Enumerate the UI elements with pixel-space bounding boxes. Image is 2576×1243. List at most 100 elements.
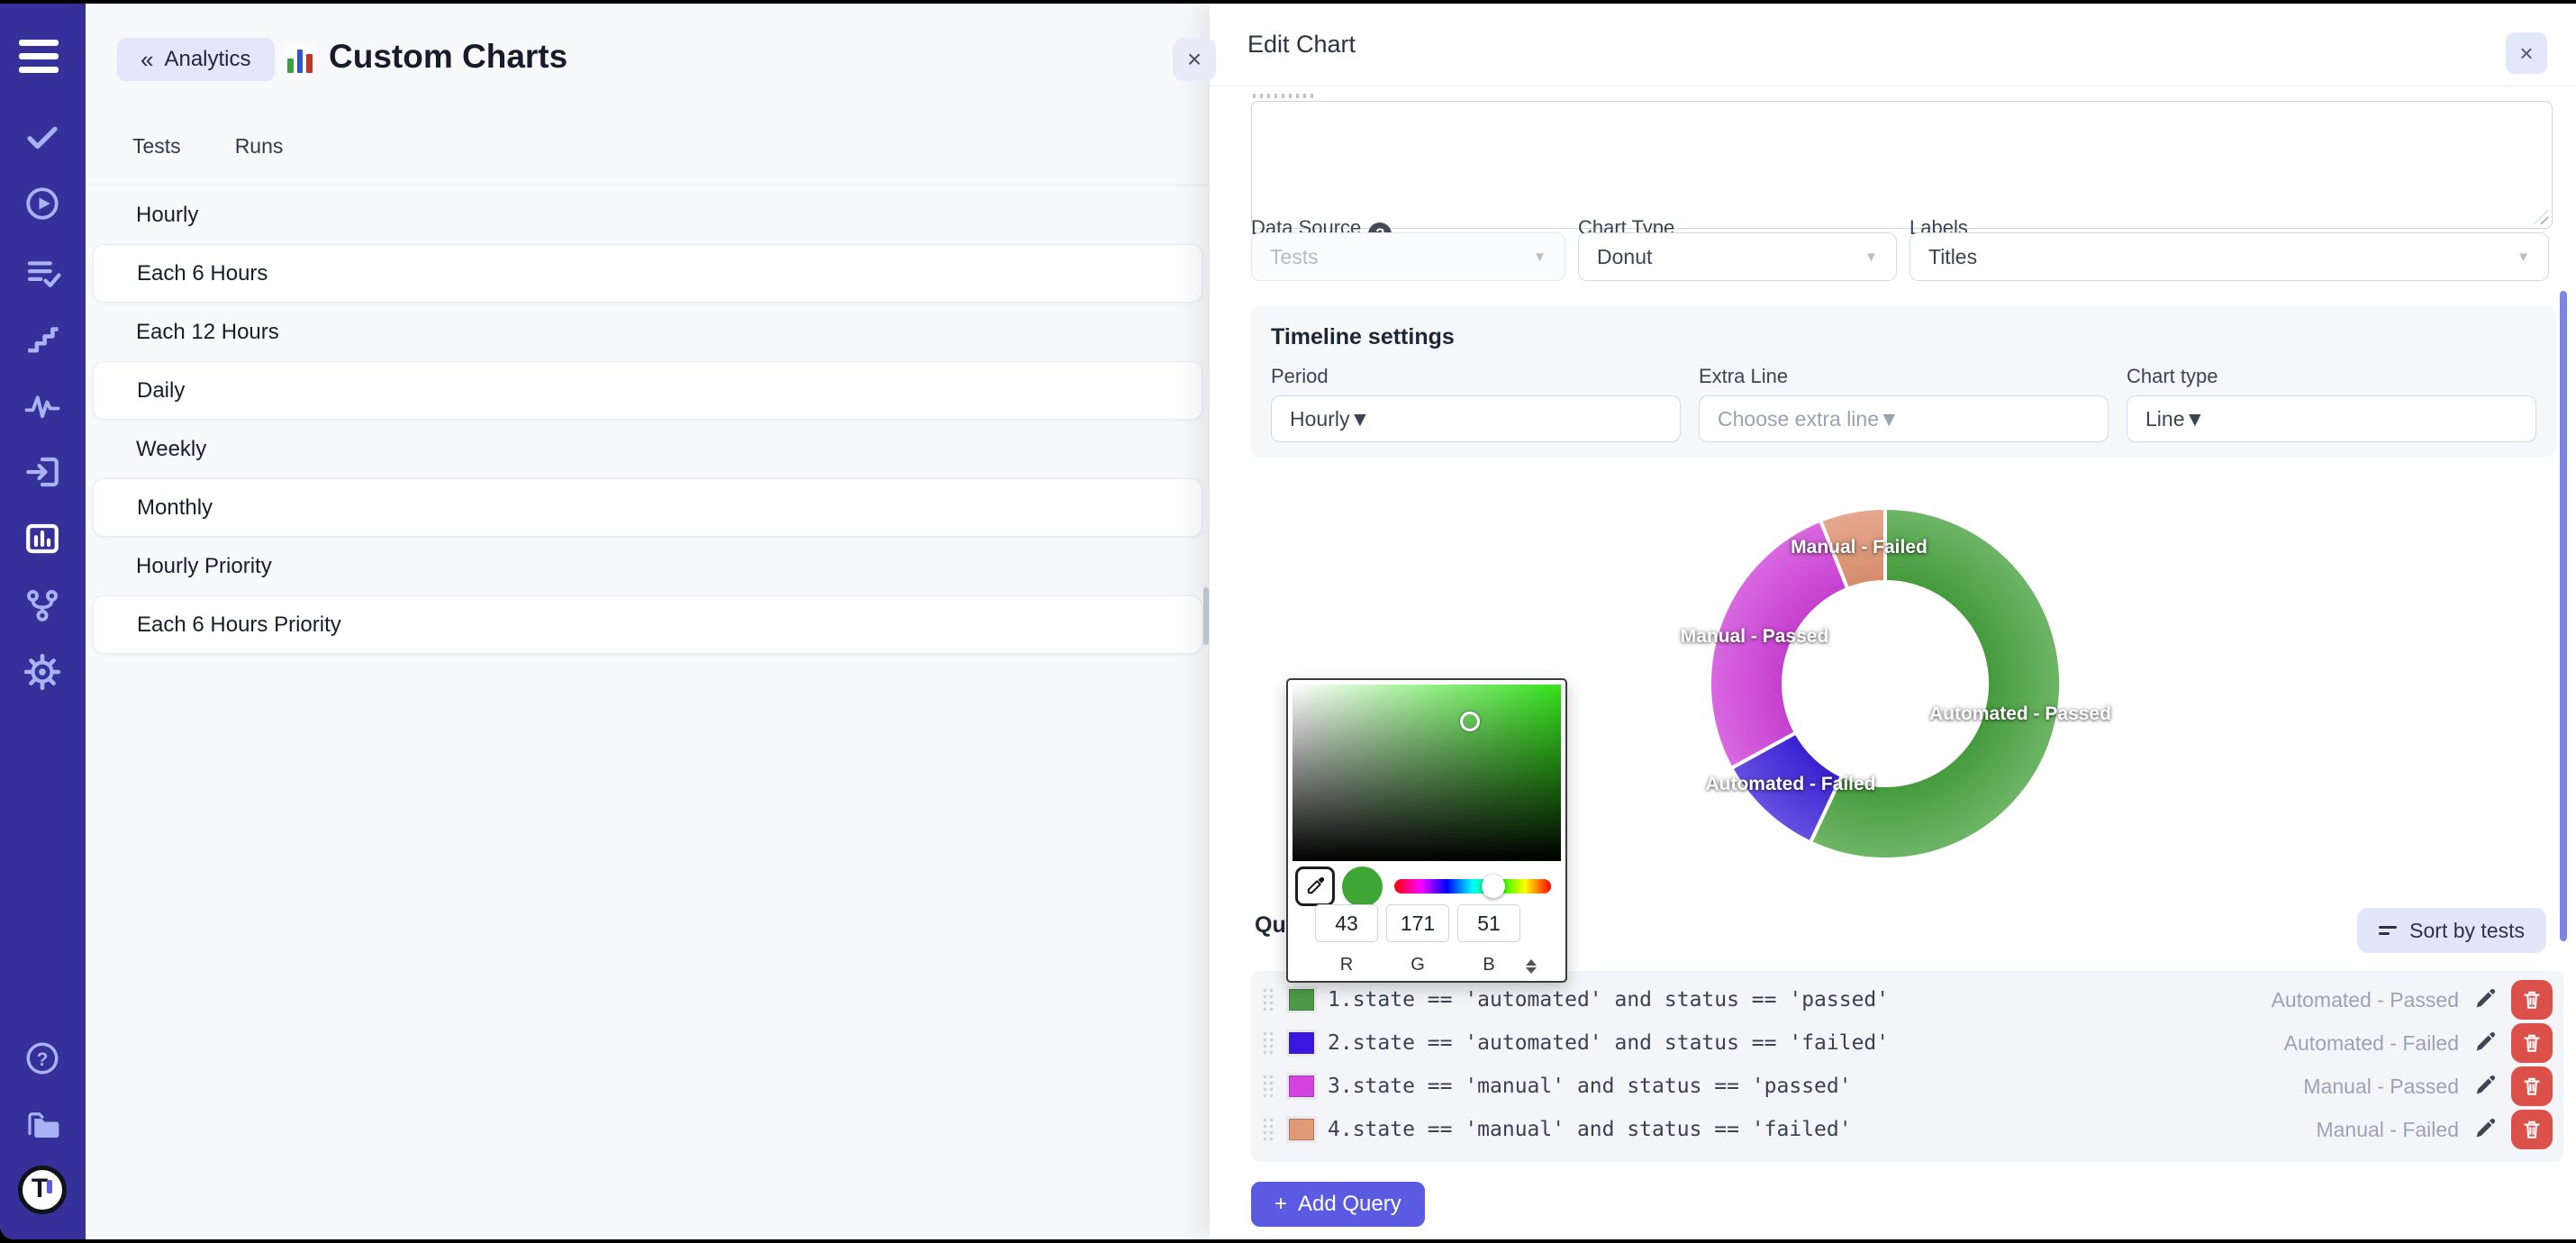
edit-query-button[interactable] bbox=[2470, 1114, 2500, 1145]
drawer-scrollbar[interactable] bbox=[2560, 291, 2567, 941]
play-circle-icon[interactable] bbox=[22, 183, 63, 224]
chevron-down-icon: ▼ bbox=[1533, 250, 1547, 265]
chevron-down-icon: ▼ bbox=[2517, 250, 2530, 265]
delete-query-button[interactable] bbox=[2511, 980, 2553, 1020]
logo-letter: T bbox=[32, 1174, 48, 1204]
bar-chart-emoji-icon bbox=[284, 43, 316, 76]
edit-query-button[interactable] bbox=[2470, 984, 2500, 1015]
query-row: 4.state == 'manual' and status == 'faile… bbox=[1262, 1108, 2553, 1151]
list-item[interactable]: Hourly bbox=[86, 186, 1210, 244]
drawer-header: Edit Chart × bbox=[1210, 4, 2576, 86]
drag-handle-icon[interactable] bbox=[1262, 1074, 1275, 1099]
drawer-close-button[interactable]: × bbox=[2506, 32, 2547, 74]
tab-tests[interactable]: Tests bbox=[132, 134, 181, 159]
tabs: Tests Runs bbox=[132, 134, 283, 159]
drag-handle-icon[interactable] bbox=[1262, 1030, 1275, 1056]
extra-line-select[interactable]: Choose extra line▼ bbox=[1699, 395, 2109, 442]
chart-type-select[interactable]: Donut▼ bbox=[1578, 232, 1897, 281]
labels-select[interactable]: Titles▼ bbox=[1909, 232, 2549, 281]
back-chevron-icon: « bbox=[141, 46, 153, 74]
login-icon[interactable] bbox=[22, 451, 63, 493]
delete-query-button[interactable] bbox=[2511, 1110, 2553, 1149]
query-text: 4.state == 'manual' and status == 'faile… bbox=[1328, 1118, 1852, 1141]
pencil-icon bbox=[2472, 1116, 2498, 1141]
custom-charts-panel: « Analytics Custom Charts × Tests Runs H… bbox=[86, 4, 1210, 1239]
color-mode-toggle-icon[interactable] bbox=[1524, 957, 1538, 975]
list-item[interactable]: Each 6 Hours bbox=[93, 244, 1202, 303]
list-item[interactable]: Monthly bbox=[93, 478, 1202, 537]
list-item[interactable]: Each 12 Hours bbox=[86, 303, 1210, 361]
activity-pulse-icon[interactable] bbox=[22, 385, 63, 426]
app-logo[interactable]: T bbox=[18, 1166, 67, 1214]
donut-slice[interactable] bbox=[1710, 521, 1847, 768]
red-label: R bbox=[1315, 955, 1378, 975]
edit-chart-drawer: Edit Chart × Data Source? Chart Type Lab… bbox=[1210, 4, 2576, 1239]
check-icon[interactable] bbox=[22, 116, 63, 158]
edit-query-button[interactable] bbox=[2470, 1071, 2500, 1102]
blue-label: B bbox=[1457, 955, 1520, 975]
list-item[interactable]: Each 6 Hours Priority bbox=[93, 595, 1202, 654]
chart-description-textarea[interactable] bbox=[1251, 101, 2553, 229]
git-fork-icon[interactable] bbox=[22, 585, 63, 626]
drag-handle-icon[interactable] bbox=[1262, 987, 1275, 1012]
chevron-down-icon: ▼ bbox=[1879, 407, 1900, 431]
gear-icon[interactable] bbox=[22, 651, 63, 693]
query-text: 1.state == 'automated' and status == 'pa… bbox=[1328, 988, 1889, 1012]
green-input[interactable] bbox=[1386, 904, 1449, 942]
query-color-swatch[interactable] bbox=[1286, 1030, 1317, 1057]
donut-chart[interactable]: Automated - PassedAutomated - FailedManu… bbox=[1633, 476, 2137, 891]
list-item[interactable]: Daily bbox=[93, 361, 1202, 420]
color-picker-popover: R G B bbox=[1286, 678, 1567, 983]
pencil-icon bbox=[2472, 1030, 2498, 1055]
left-panel-scrollbar[interactable] bbox=[1203, 587, 1209, 645]
extra-line-label: Extra Line bbox=[1699, 365, 1788, 387]
delete-query-button[interactable] bbox=[2511, 1023, 2553, 1063]
page-title: Custom Charts bbox=[329, 38, 567, 76]
query-title: Automated - Failed bbox=[2284, 1031, 2459, 1056]
eyedropper-button[interactable] bbox=[1295, 866, 1335, 906]
data-source-select[interactable]: Tests▼ bbox=[1251, 232, 1565, 281]
sort-by-tests-button[interactable]: Sort by tests bbox=[2357, 908, 2546, 953]
back-label: Analytics bbox=[164, 47, 250, 72]
query-color-swatch[interactable] bbox=[1286, 986, 1317, 1013]
add-query-button[interactable]: + Add Query bbox=[1251, 1182, 1425, 1227]
tab-runs[interactable]: Runs bbox=[235, 134, 284, 159]
trash-icon bbox=[2520, 988, 2544, 1012]
timeline-settings-box: Timeline settings Period Hourly▼ Extra L… bbox=[1251, 306, 2556, 458]
app-window: ? T « Analytics Custom Charts × Tests Ru… bbox=[0, 4, 2576, 1239]
timeline-chart-type-label: Chart type bbox=[2127, 365, 2218, 387]
menu-icon[interactable] bbox=[19, 40, 59, 79]
queries-panel: 1.state == 'automated' and status == 'pa… bbox=[1251, 971, 2563, 1162]
list-check-icon[interactable] bbox=[22, 251, 63, 293]
folders-icon[interactable] bbox=[22, 1104, 63, 1146]
query-title: Automated - Passed bbox=[2272, 988, 2459, 1012]
chevron-down-icon: ▼ bbox=[2184, 407, 2205, 431]
panel-close-button[interactable]: × bbox=[1173, 38, 1216, 81]
saturation-handle[interactable] bbox=[1460, 712, 1480, 731]
query-color-swatch[interactable] bbox=[1286, 1073, 1317, 1100]
hue-slider[interactable] bbox=[1394, 879, 1551, 894]
steps-icon[interactable] bbox=[22, 318, 63, 359]
bar-chart-icon-active[interactable] bbox=[22, 518, 63, 559]
period-select[interactable]: Hourly▼ bbox=[1271, 395, 1681, 442]
red-input[interactable] bbox=[1315, 904, 1378, 942]
saturation-area[interactable] bbox=[1293, 685, 1561, 861]
analytics-back-button[interactable]: « Analytics bbox=[117, 38, 275, 81]
list-item[interactable]: Weekly bbox=[86, 420, 1210, 478]
hue-handle[interactable] bbox=[1482, 875, 1505, 898]
delete-query-button[interactable] bbox=[2511, 1066, 2553, 1106]
pencil-icon bbox=[2472, 1073, 2498, 1098]
query-color-swatch[interactable] bbox=[1286, 1116, 1317, 1143]
blue-input[interactable] bbox=[1457, 904, 1520, 942]
edit-query-button[interactable] bbox=[2470, 1028, 2500, 1058]
query-text: 3.state == 'manual' and status == 'passe… bbox=[1328, 1075, 1852, 1098]
timeline-chart-type-select[interactable]: Line▼ bbox=[2127, 395, 2536, 442]
drag-handle-icon[interactable] bbox=[1262, 1117, 1275, 1142]
list-item[interactable]: Hourly Priority bbox=[86, 537, 1210, 595]
clipped-field-label bbox=[1253, 94, 1316, 98]
chart-list: Hourly Each 6 Hours Each 12 Hours Daily … bbox=[86, 185, 1210, 654]
svg-text:?: ? bbox=[37, 1049, 49, 1070]
query-title: Manual - Failed bbox=[2316, 1118, 2459, 1142]
query-text: 2.state == 'automated' and status == 'fa… bbox=[1328, 1031, 1889, 1055]
help-icon[interactable]: ? bbox=[22, 1038, 63, 1079]
